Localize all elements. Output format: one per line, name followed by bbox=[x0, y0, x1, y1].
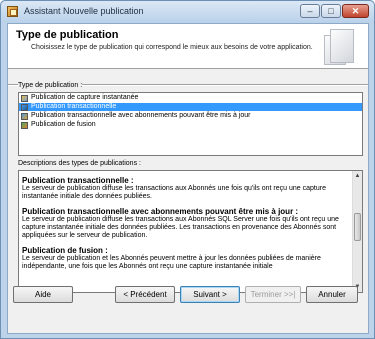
list-item-snapshot-publication[interactable]: Publication de capture instantanée bbox=[19, 94, 362, 102]
publication-type-label: Type de publication : bbox=[18, 82, 83, 89]
list-item-merge-publication[interactable]: Publication de fusion bbox=[19, 121, 362, 129]
description-heading: Publication transactionnelle avec abonne… bbox=[22, 207, 299, 216]
list-item-transactional-publication[interactable]: Publication transactionnelle bbox=[19, 103, 362, 111]
description-text: Le serveur de publication diffuse les tr… bbox=[22, 185, 326, 200]
description-text: Le serveur de publication diffuse les tr… bbox=[22, 216, 339, 239]
previous-button[interactable]: < Précédent bbox=[115, 286, 175, 303]
title-bar[interactable]: Assistant Nouvelle publication – □ ✕ bbox=[1, 1, 374, 23]
header-document-icon bbox=[322, 27, 360, 67]
descriptions-scrollbar[interactable]: ▲ ▼ bbox=[352, 171, 362, 292]
descriptions-panel: Publication transactionnelle : Le serveu… bbox=[18, 170, 363, 293]
wizard-window: Assistant Nouvelle publication – □ ✕ Typ… bbox=[0, 0, 375, 339]
list-item-label: Publication de fusion bbox=[31, 121, 96, 128]
help-button[interactable]: Aide bbox=[13, 286, 73, 303]
next-button[interactable]: Suivant > bbox=[180, 286, 240, 303]
window-title: Assistant Nouvelle publication bbox=[24, 6, 144, 16]
description-heading: Publication transactionnelle : bbox=[22, 176, 134, 185]
scrollbar-thumb[interactable] bbox=[354, 213, 361, 241]
list-item-transactional-updatable-publication[interactable]: Publication transactionnelle avec abonne… bbox=[19, 112, 362, 120]
description-heading: Publication de fusion : bbox=[22, 246, 108, 255]
wizard-header: Type de publication Choisissez le type d… bbox=[8, 24, 368, 69]
page-subtitle: Choisissez le type de publication qui co… bbox=[31, 44, 313, 51]
minimize-button[interactable]: – bbox=[300, 4, 320, 18]
cancel-button[interactable]: Annuler bbox=[306, 286, 358, 303]
list-item-label: Publication transactionnelle bbox=[31, 103, 117, 110]
publication-wizard-icon bbox=[7, 6, 18, 17]
maximize-button[interactable]: □ bbox=[321, 4, 341, 18]
descriptions-label: Descriptions des types de publications : bbox=[18, 160, 141, 167]
description-text: Le serveur de publication et les Abonnés… bbox=[22, 255, 321, 270]
close-button[interactable]: ✕ bbox=[342, 4, 369, 18]
snapshot-publication-icon bbox=[21, 95, 28, 102]
transactional-updatable-publication-icon bbox=[21, 113, 28, 120]
publication-type-list[interactable]: Publication de capture instantanée Publi… bbox=[18, 92, 363, 156]
list-item-label: Publication de capture instantanée bbox=[31, 94, 139, 101]
finish-button[interactable]: Terminer >>| bbox=[245, 286, 301, 303]
transactional-publication-icon bbox=[21, 104, 28, 111]
scroll-up-arrow-icon[interactable]: ▲ bbox=[353, 171, 362, 181]
merge-publication-icon bbox=[21, 122, 28, 129]
list-item-label: Publication transactionnelle avec abonne… bbox=[31, 112, 251, 119]
descriptions-text: Publication transactionnelle : Le serveu… bbox=[22, 176, 350, 277]
page-title: Type de publication bbox=[16, 29, 119, 41]
